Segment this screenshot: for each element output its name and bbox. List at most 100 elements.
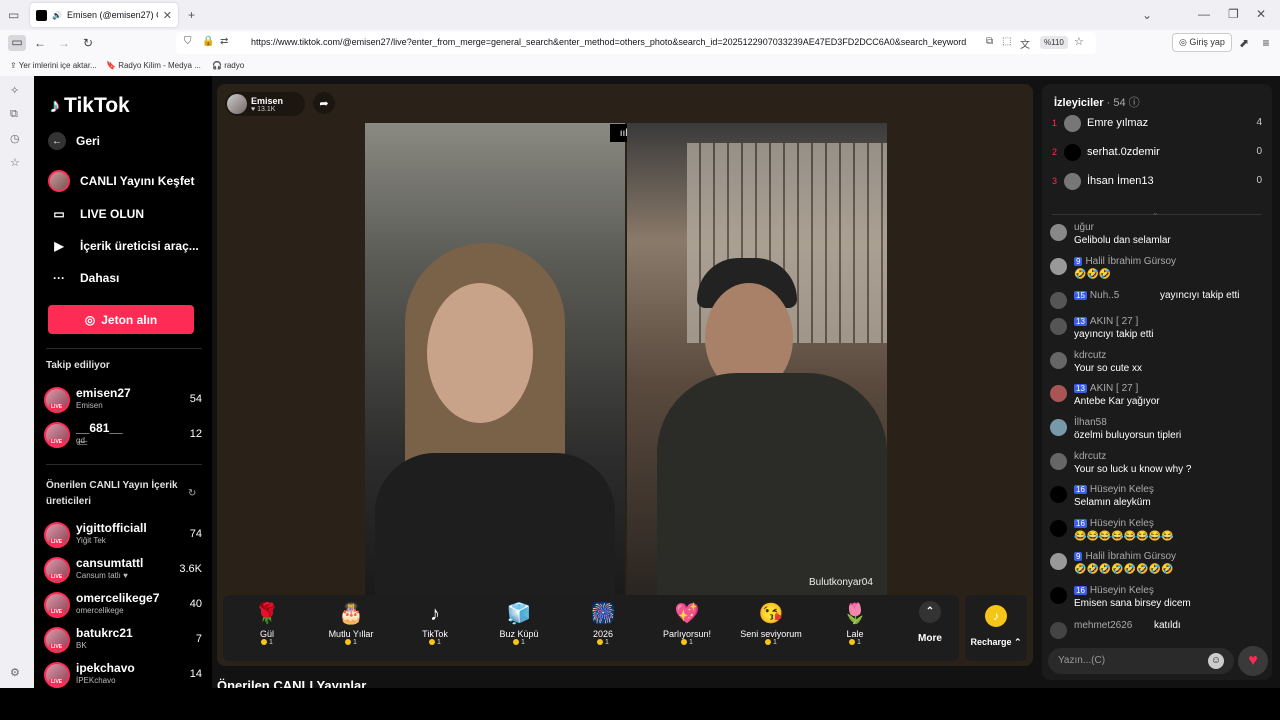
extensions-icon[interactable]: ⬈ bbox=[1236, 36, 1252, 50]
level-badge: 16 bbox=[1074, 586, 1087, 595]
suggested-item[interactable]: LIVE batukrc21 BK 7 bbox=[44, 626, 202, 654]
bookmark-import[interactable]: ⇪ Yer imlerini içe aktar... bbox=[10, 61, 97, 70]
viewer-count: 74 bbox=[189, 528, 202, 540]
recharge-button[interactable]: ♪ Recharge ⌃ bbox=[965, 595, 1027, 661]
guest-video[interactable] bbox=[627, 123, 887, 595]
avatar[interactable] bbox=[1050, 520, 1067, 537]
permissions-icon[interactable]: ⇄ bbox=[220, 36, 228, 47]
menu-icon[interactable]: ≡ bbox=[1258, 36, 1274, 50]
forward-arrow-icon[interactable]: → bbox=[56, 36, 72, 50]
chat-username[interactable]: 13 AKIN [ 27 ] bbox=[1074, 383, 1138, 394]
picture-in-picture-icon[interactable]: ⧉ bbox=[986, 36, 993, 47]
chat-username[interactable]: uğur bbox=[1074, 222, 1094, 233]
info-icon[interactable]: ⓘ bbox=[1129, 97, 1140, 109]
avatar[interactable] bbox=[1050, 587, 1067, 604]
host-info[interactable]: Emisen ♥ 13.1K bbox=[225, 92, 305, 116]
suggested-item[interactable]: LIVE yigittofficiall Yiğit Tek 74 bbox=[44, 521, 202, 549]
avatar[interactable] bbox=[1050, 224, 1067, 241]
get-coins-button[interactable]: ◎ Jeton alın bbox=[48, 305, 194, 334]
avatar[interactable] bbox=[1050, 453, 1067, 470]
gift-item[interactable]: 🎆 2026 1 bbox=[563, 599, 643, 659]
chat-username[interactable]: 16 Hüseyin Keleş bbox=[1074, 585, 1154, 596]
bookmark-radyo-kilim[interactable]: 🔖 Radyo Kilim - Medya ... bbox=[106, 61, 201, 70]
address-bar[interactable]: ⛉ 🔒 ⇄ https://www.tiktok.com/@emisen27/l… bbox=[176, 32, 1096, 54]
lock-icon[interactable]: 🔒 bbox=[202, 36, 214, 47]
chevron-down-icon[interactable]: ⌄ bbox=[1152, 208, 1159, 217]
avatar[interactable] bbox=[1050, 318, 1067, 335]
emoji-icon[interactable]: ☺ bbox=[1208, 653, 1224, 669]
tiktok-logo[interactable]: ♪ TikTok bbox=[50, 94, 130, 118]
gift-item[interactable]: ♪ TikTok 1 bbox=[395, 599, 475, 659]
gift-item[interactable]: 🎂 Mutlu Yıllar 1 bbox=[311, 599, 391, 659]
screenshot-icon[interactable]: ⬚ bbox=[1002, 36, 1011, 47]
chat-username[interactable]: 13 AKIN [ 27 ] bbox=[1074, 316, 1138, 327]
speaker-icon[interactable]: 🔊 bbox=[52, 11, 62, 20]
settings-gear-icon[interactable]: ⚙ bbox=[10, 666, 20, 679]
suggested-item[interactable]: LIVE cansumtattl Cansum tatlı ♥ 3.6K bbox=[44, 556, 202, 584]
refresh-icon[interactable]: ↻ bbox=[188, 488, 196, 499]
gift-item[interactable]: 🧊 Buz Küpü 1 bbox=[479, 599, 559, 659]
chat-username[interactable]: 9 Halil İbrahim Gürsoy bbox=[1074, 551, 1176, 562]
gift-item[interactable]: 🌷 Lale 1 bbox=[815, 599, 895, 659]
heart-icon[interactable]: ♥ bbox=[1238, 646, 1268, 676]
nav-go-live[interactable]: ▭ LIVE OLUN bbox=[48, 203, 144, 225]
chat-username[interactable]: kdrcutz bbox=[1074, 350, 1106, 361]
avatar[interactable] bbox=[1050, 486, 1067, 503]
tab-list-chevron-icon[interactable]: ⌄ bbox=[1142, 8, 1152, 22]
nav-explore-live[interactable]: CANLI Yayını Keşfet bbox=[48, 170, 194, 192]
suggested-item[interactable]: LIVE ipekchavo İPEKchavo 14 bbox=[44, 661, 202, 688]
shield-icon[interactable]: ⛉ bbox=[184, 36, 192, 47]
bookmark-radyo[interactable]: 🎧 radyo bbox=[212, 61, 244, 70]
viewer-row[interactable]: 2 serhat.0zdemir 0 bbox=[1052, 143, 1262, 163]
tab-overview-icon[interactable]: ▭ bbox=[8, 8, 19, 22]
avatar[interactable] bbox=[1050, 419, 1067, 436]
nav-more[interactable]: ··· Dahası bbox=[48, 267, 119, 289]
back-button[interactable]: ← Geri bbox=[48, 132, 100, 150]
host-video[interactable] bbox=[365, 123, 625, 595]
share-icon[interactable]: ➦ bbox=[313, 92, 335, 114]
minimize-icon[interactable]: — bbox=[1198, 7, 1210, 21]
new-tab-icon[interactable]: + bbox=[188, 8, 195, 22]
close-window-icon[interactable]: ✕ bbox=[1256, 7, 1266, 21]
bookmarks-star-icon[interactable]: ☆ bbox=[10, 156, 20, 169]
translate-icon[interactable]: 文 bbox=[1020, 36, 1030, 51]
gift-item[interactable]: 😘 Seni seviyorum 1 bbox=[731, 599, 811, 659]
tabs-sync-icon[interactable]: ⧉ bbox=[10, 108, 18, 121]
ai-chat-icon[interactable]: ✧ bbox=[10, 84, 19, 97]
more-gifts-button[interactable]: ⌃ More bbox=[913, 601, 947, 644]
chat-username[interactable]: İlhan58 bbox=[1074, 417, 1107, 428]
avatar[interactable] bbox=[1050, 258, 1067, 275]
viewer-row[interactable]: 3 İhsan İmen13 0 bbox=[1052, 172, 1262, 192]
chat-username[interactable]: 15 Nuh..5 bbox=[1074, 290, 1119, 301]
nav-creator-tools[interactable]: ▶ İçerik üreticisi araç... bbox=[48, 235, 198, 257]
avatar[interactable] bbox=[1050, 292, 1067, 309]
zoom-level[interactable]: %110 bbox=[1040, 36, 1068, 49]
viewer-row[interactable]: 1 Emre yılmaz 4 bbox=[1052, 114, 1262, 134]
bookmark-star-icon[interactable]: ☆ bbox=[1074, 35, 1084, 48]
avatar[interactable] bbox=[1050, 622, 1067, 639]
chat-username[interactable]: 16 Hüseyin Keleş bbox=[1074, 484, 1154, 495]
signin-button[interactable]: ◎ Giriş yap bbox=[1172, 33, 1232, 52]
video-camera-icon: ▭ bbox=[53, 207, 65, 221]
back-arrow-icon[interactable]: ← bbox=[32, 36, 48, 50]
reload-icon[interactable]: ↻ bbox=[80, 36, 96, 50]
chat-username[interactable]: 16 Hüseyin Keleş bbox=[1074, 518, 1154, 529]
history-icon[interactable]: ◷ bbox=[10, 132, 20, 145]
browser-tab[interactable]: 🔊 Emisen (@emisen27) CANL ✕ bbox=[30, 3, 178, 27]
following-item[interactable]: LIVE emisen27 Emisen 54 bbox=[44, 386, 202, 414]
chat-username[interactable]: kdrcutz bbox=[1074, 451, 1106, 462]
close-tab-icon[interactable]: ✕ bbox=[163, 9, 172, 22]
avatar[interactable] bbox=[1050, 385, 1067, 402]
avatar[interactable] bbox=[1050, 553, 1067, 570]
chat-username[interactable]: mehmet2626 bbox=[1074, 620, 1132, 631]
chat-input[interactable]: Yazın...(C) bbox=[1048, 648, 1234, 674]
suggested-item[interactable]: LIVE omercelikege7 omercelikege 40 bbox=[44, 591, 202, 619]
following-item[interactable]: LIVE __681__ g̶̶̲d̶̶̲ 12 bbox=[44, 421, 202, 449]
gift-item[interactable]: 🌹 Gül 1 bbox=[227, 599, 307, 659]
avatar[interactable] bbox=[1050, 352, 1067, 369]
chat-username[interactable]: 9 Halil İbrahim Gürsoy bbox=[1074, 256, 1176, 267]
url-text[interactable]: https://www.tiktok.com/@emisen27/live?en… bbox=[251, 37, 981, 47]
maximize-icon[interactable]: ❐ bbox=[1228, 7, 1239, 21]
sidebar-toggle-icon[interactable]: ▭ bbox=[8, 35, 26, 51]
gift-item[interactable]: 💖 Parlıyorsun! 1 bbox=[647, 599, 727, 659]
